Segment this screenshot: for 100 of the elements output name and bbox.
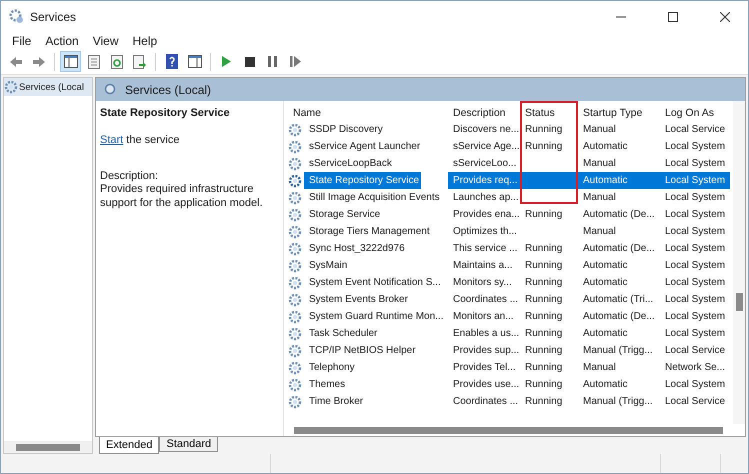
table-cell-text: Coordinates ... — [452, 395, 520, 409]
action-pane-icon — [188, 55, 202, 68]
resume-icon — [290, 56, 301, 67]
toolbar-button[interactable] — [60, 51, 81, 72]
table-cell-text: Automatic — [582, 140, 628, 154]
refresh-icon — [110, 54, 122, 68]
table-cell[interactable]: Storage Service — [304, 206, 382, 223]
table-cell-text: Provides sup... — [452, 344, 520, 358]
close-icon — [720, 12, 730, 22]
column-header[interactable]: Startup Type — [583, 107, 642, 119]
table-cell[interactable]: Sync Host_3222d976 — [304, 240, 407, 257]
table-cell[interactable]: System Events Broker — [304, 291, 410, 308]
gear-icon — [4, 80, 18, 94]
table-cell-text: Running — [524, 140, 564, 154]
table-cell[interactable]: Telephony — [304, 359, 357, 376]
table-cell-text: Launches ap... — [452, 191, 520, 205]
table-cell — [520, 172, 578, 189]
menu-item[interactable]: Action — [38, 34, 86, 48]
table-cell[interactable]: Time Broker — [304, 393, 366, 410]
column-header[interactable]: Status — [525, 107, 555, 119]
table-cell-text: Local System — [664, 242, 726, 256]
action-text: Start the service — [100, 134, 180, 146]
table-cell[interactable]: SSDP Discovery — [304, 121, 385, 138]
gear-icon — [288, 360, 302, 374]
table-cell-text: Running — [524, 361, 564, 375]
table-cell-text: Monitors sy... — [452, 276, 513, 290]
column-header[interactable]: Description — [453, 107, 506, 119]
table-cell: Provides req... — [448, 172, 520, 189]
table-cell-text: Running — [524, 395, 564, 409]
table-cell[interactable]: Themes — [304, 376, 348, 393]
table-cell[interactable]: Storage Tiers Management — [304, 223, 432, 240]
table-cell[interactable]: State Repository Service — [304, 172, 422, 189]
table-cell[interactable]: sServiceLoopBack — [304, 155, 394, 172]
properties-icon — [88, 54, 100, 68]
pause-icon — [268, 56, 277, 67]
table-cell[interactable]: sService Agent Launcher — [304, 138, 422, 155]
description-label: Description: — [100, 170, 160, 182]
gear-icon — [288, 258, 302, 272]
table-cell-text: Automatic (De... — [582, 208, 656, 222]
table-cell-text: Running — [524, 242, 564, 256]
menu-item[interactable]: File — [5, 34, 38, 48]
menu-item[interactable]: View — [86, 34, 126, 48]
view-tab[interactable]: Standard — [159, 437, 218, 452]
panel-title: Services (Local) — [125, 82, 212, 96]
play-icon — [222, 56, 231, 67]
table-cell-text: Enables a us... — [452, 327, 520, 341]
forward-arrow-icon — [32, 56, 46, 68]
table-cell-text: Running — [524, 123, 564, 137]
gear-icon — [288, 190, 302, 204]
console-tree-icon — [64, 55, 78, 68]
horizontal-scrollbar[interactable] — [4, 441, 92, 453]
table-cell-text: Provides use... — [452, 378, 520, 392]
table-cell: Automatic — [578, 172, 660, 189]
gear-icon — [288, 310, 302, 324]
table-cell-text: sServiceLoo... — [452, 157, 518, 171]
gear-icon — [288, 224, 302, 238]
table-cell-text: Local System — [664, 208, 726, 222]
table-cell-text: Maintains a... — [452, 259, 514, 273]
export-list-icon — [132, 54, 146, 68]
vertical-scrollbar[interactable] — [733, 101, 745, 424]
gear-icon — [288, 276, 302, 290]
table-cell-text: Local System — [664, 191, 726, 205]
gear-icon — [288, 394, 302, 408]
table-cell-text: Automatic — [582, 259, 628, 273]
view-tab[interactable]: Extended — [99, 437, 160, 454]
table-cell[interactable]: System Event Notification S... — [304, 274, 443, 291]
search-icon — [104, 83, 117, 96]
table-cell[interactable]: System Guard Runtime Mon... — [304, 308, 446, 325]
gear-icon — [288, 156, 302, 170]
table-cell[interactable]: Task Scheduler — [304, 325, 380, 342]
tree-item[interactable]: Services (Local — [4, 78, 92, 96]
table-cell-text: Local System — [664, 378, 726, 392]
stop-icon — [244, 56, 254, 66]
table-cell-text: Local System — [664, 310, 726, 324]
help-icon — [166, 54, 178, 69]
start-link[interactable]: Start — [100, 134, 124, 146]
table-cell[interactable]: Still Image Acquisition Events — [304, 189, 442, 206]
table-cell: Local System — [660, 172, 730, 189]
table-cell-text: Running — [524, 293, 564, 307]
column-header[interactable]: Log On As — [665, 107, 714, 119]
table-cell-text: sService Age... — [452, 140, 520, 154]
table-cell[interactable]: TCP/IP NetBIOS Helper — [304, 342, 418, 359]
table-cell-text: Running — [524, 259, 564, 273]
table-cell-text: Running — [524, 208, 564, 222]
gear-icon — [288, 140, 302, 154]
table-cell[interactable]: SysMain — [304, 257, 350, 274]
table-cell-text: Local Service — [664, 344, 726, 358]
gear-icon — [288, 208, 302, 222]
table-cell-text: Running — [524, 276, 564, 290]
gear-icon — [288, 292, 302, 306]
menu-item[interactable]: Help — [126, 34, 164, 48]
table-cell-text: Manual — [582, 361, 617, 375]
table-cell-text: Monitors an... — [452, 310, 515, 324]
table-cell-text: Automatic — [582, 276, 628, 290]
table-cell-text: Provides Tel... — [452, 361, 517, 375]
table-cell-text: Optimizes th... — [452, 225, 518, 239]
column-header[interactable]: Name — [293, 107, 322, 119]
table-cell-text: Automatic (Tri... — [582, 293, 654, 307]
service-name: State Repository Service — [100, 107, 231, 119]
table-cell-text: Automatic — [582, 327, 628, 341]
